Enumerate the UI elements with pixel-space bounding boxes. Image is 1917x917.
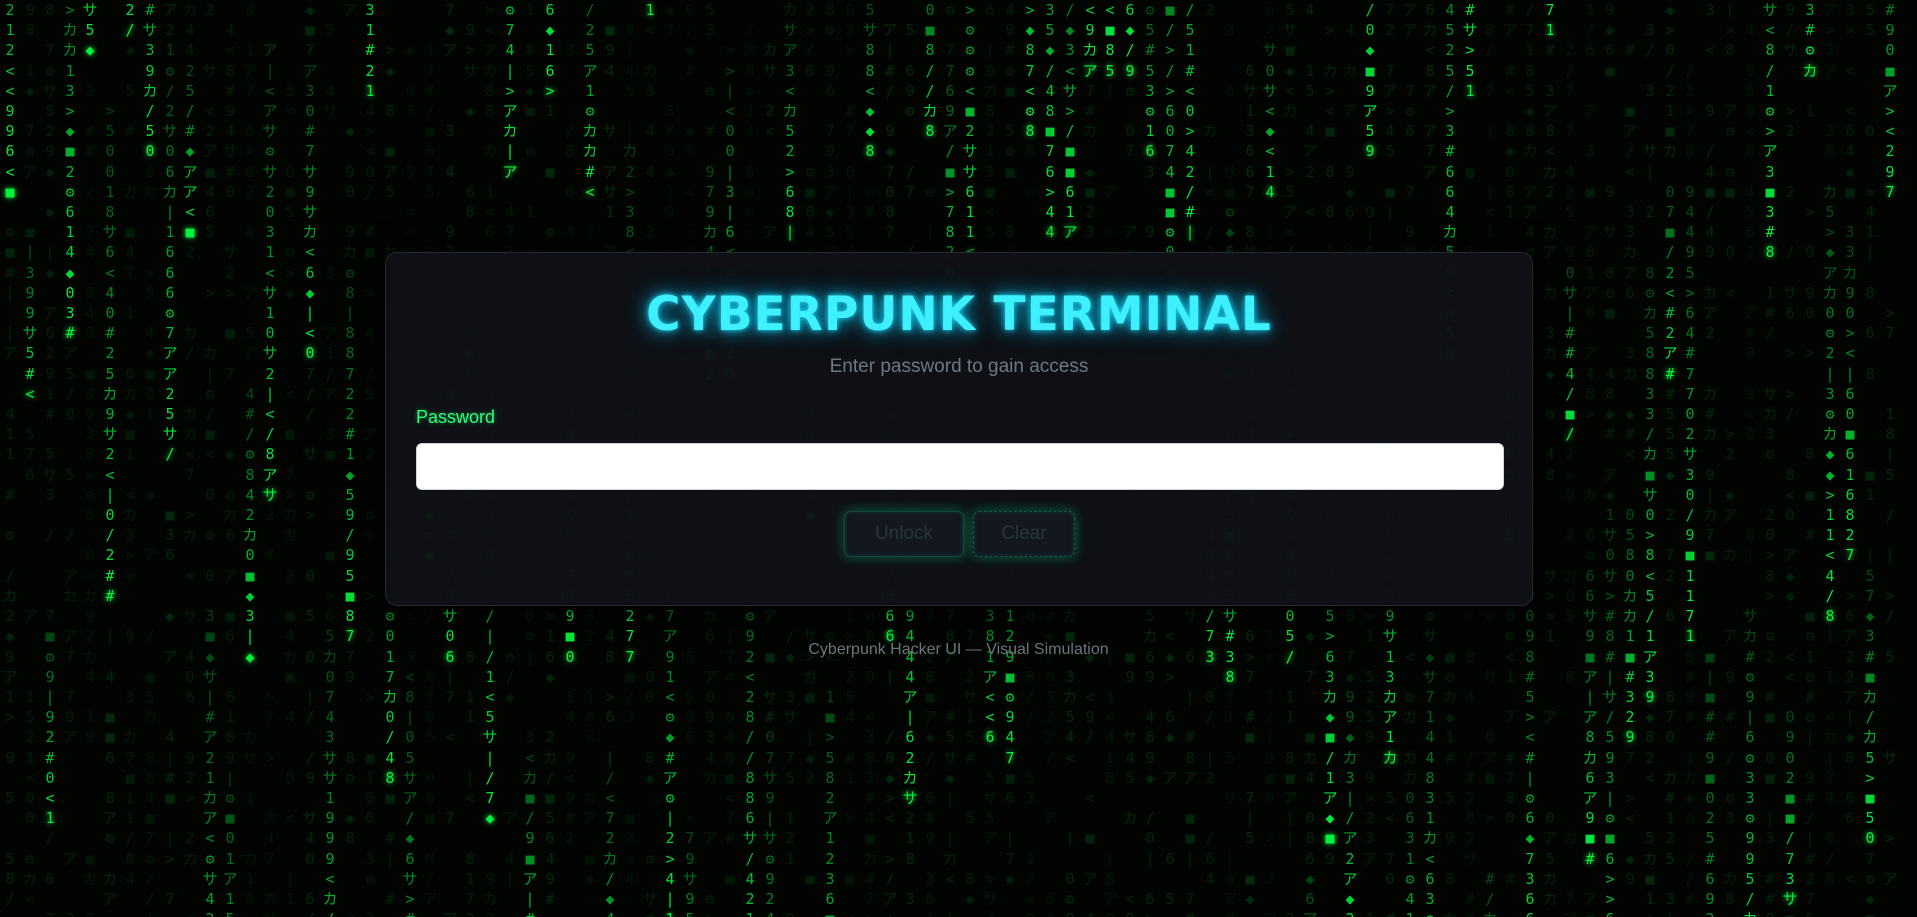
matrix-column: 71#14■ア/<⚙33カア6ア◆3カ5◆#<8/0580カカ1■#32974>… [1620,0,1640,917]
matrix-column: >カカ13>◆■2⚙614◆03#ア5/04◆5#■/サアカ4ア7579ア9#0… [60,0,80,917]
matrix-column: ア21⚙/2サ06カ|1666⚙7アア25サ/8/■3677◆2ア0#44|#■… [160,0,180,917]
password-input[interactable] [416,443,1504,490]
matrix-column: 2/⚙サ1<2ア■4653カ>/カカ|⚙/■<>03⚙カ003■◆サ|#ア21カ… [200,0,220,917]
matrix-column: 62ア|<アサ⚙サ2031<サ10サ2|</8アサ2◆#⚙3カ■5<>7>>0>… [260,0,280,917]
matrix-column: 98#1◆◆7⚙ア30■|399サ5#<>576992526ア◆⚙|1521<0… [20,0,40,917]
footer-caption: Cyberpunk Hacker UI — Visual Simulation [0,641,1917,659]
matrix-column: 71#83ア8<カ26カア2カ◆3カ◆⚙⚙カ48⚙618サ>>1■サ>ア3|サ⚙… [1540,0,1560,917]
page-subtitle: Enter password to gain access [386,356,1532,378]
matrix-column: ◆>0/21■カ707■/2<#2ア##555◆<2>72ア6◆328702カ#… [1660,0,1680,917]
matrix-column: 31#214><0/ア#■/>44#/95ア2>カ⚙<■■>/2>7><1■16… [360,0,380,917]
matrix-column: ■98サ3<|70■50⚙>◆0238<6■◆7>カカ222■4カ■64ア<0<… [280,0,300,917]
matrix-column: 4サ1ア7カ6>62ア#5◆ア95ア84#/⚙842カ0■◆3|◆/>■カサ21… [240,0,260,917]
matrix-column: |>8#9ア⚙■⚙■#501<⚙2⚙サ##>21◆ア1カ⚙|6ア⚙9<#4//⚙… [1720,0,1740,917]
matrix-column: ア>2ア25362カ5>◆アカ0⚙2|3⚙カ◆◆>11<4/81>1サ<カ|74… [1820,0,1840,917]
matrix-column: /4<8#94サ#073サ2>7■7766#◆>⚙カ6<ア5■6116189|⚙… [220,0,240,917]
matrix-column: 13<8カ>50018サ6<40#25カ9サ2<|0/2##サ|044■■618… [100,0,120,917]
unlock-button[interactable]: Unlock [844,511,964,557]
matrix-column: #90■ア><2976>7>#>7>◆218|5>/◆|4>/35>755サアカ… [1880,0,1900,917]
page-title: CYBERPUNK TERMINAL [386,287,1532,342]
matrix-column: カ4425/#◆アア<■27◆9カ/⚙7カカ<7/>カ|<|サカ406アア92>… [180,0,200,917]
matrix-column: 1/6|<ア63|■◆ア81ア65ア48>6カ9カア6⚙66サ9■ア|ア8カ6ア… [1580,0,1600,917]
matrix-column: 2/◆■5ア#◆4カ7■47■1>40カ◆■1ア<カ3><5399/33カ7■1… [120,0,140,917]
clear-button[interactable]: Clear [973,511,1075,557]
matrix-column: 8カ7⚙サ529◆サ◆8|◆|ア6291#ア5サ3>/|サ87■⚙9|92#0<… [40,0,60,917]
matrix-column: 543956<0ア45622■ア#0>9<0■6/サ8|13サカ#⚙9|6⚙33… [1740,0,1760,917]
password-label: Password [416,407,495,428]
matrix-column: 212<<996<■2⚙■#|5|ア|54119#4⚙4/カ2◆9ア1>ア9ア5… [0,0,20,917]
matrix-column: ◆5574サ9◆■カ|■◆33#ア1/アカ3■■|カカ■7>65カ0743ササ1… [320,0,340,917]
matrix-column: 9/サ■サ>2/⚙2サ|/6サ63>1>/#18<02ア◆◆◆#<<カ0902■… [1780,0,1800,917]
matrix-column: サ<8/1⚙>ア3■3#821#//◆サカ3⚙7520>8>8⚙25#■/0■8… [1760,0,1780,917]
matrix-column: サ5◆52|##7/⚙7478497■4938>⚙8<0<カ92カ4⚙79<⚙0… [80,0,100,917]
matrix-column: ア7ア845◆|90ア9カ⚙8|88722#1◆59/95■8779>サ18⚙5… [340,0,360,917]
matrix-column: 3#⚙カ813ア52>69#90サ>880⚙8■■|#サ2◆■⚙1⚙#⚙|/9#… [1800,0,1820,917]
login-panel: CYBERPUNK TERMINAL Enter password to gai… [385,252,1533,606]
matrix-column: 9◆6■■5/ア59>サ98⚙■7|48◆#9ア◆1サ0サ>#8#|サ/593|… [1600,0,1620,917]
matrix-column: 112/717⚙425/90サ|##4/■/2>0<2⚙カ05カ|8ア2/94ア… [1560,0,1580,917]
matrix-column: 557⚙7703#>41|78■648カア/5■16ア|57◆3#■カ/カ5>■… [1860,0,1880,917]
matrix-column: 3>|<3<64◆■433カ90><|60■616827>>6ア22ア|◆846… [1840,0,1860,917]
matrix-column: <■|/3>78■94495>64#7702サ30/9■11718#9#ア1カ◆… [1680,0,1700,917]
matrix-column: 37<◆#9</4■/49カカア242カ#カ|9|カ7■>21ア■|■##9■0… [1700,0,1720,917]
matrix-column: ◆■7ア30#7サ9サカ<6◆|<07//|サ9⚙>◆208530カ|/5/95… [300,0,320,917]
matrix-column: #サ39カ/506カ|19>564◆■01⚙4/◆56ア⚙>サ/ア■5カ/884… [140,0,160,917]
matrix-column: カ3/03⚙|サ|<2カ88⚙カ58833/カ■サ0>8<5/1ア39◆82<ア… [1640,0,1660,917]
